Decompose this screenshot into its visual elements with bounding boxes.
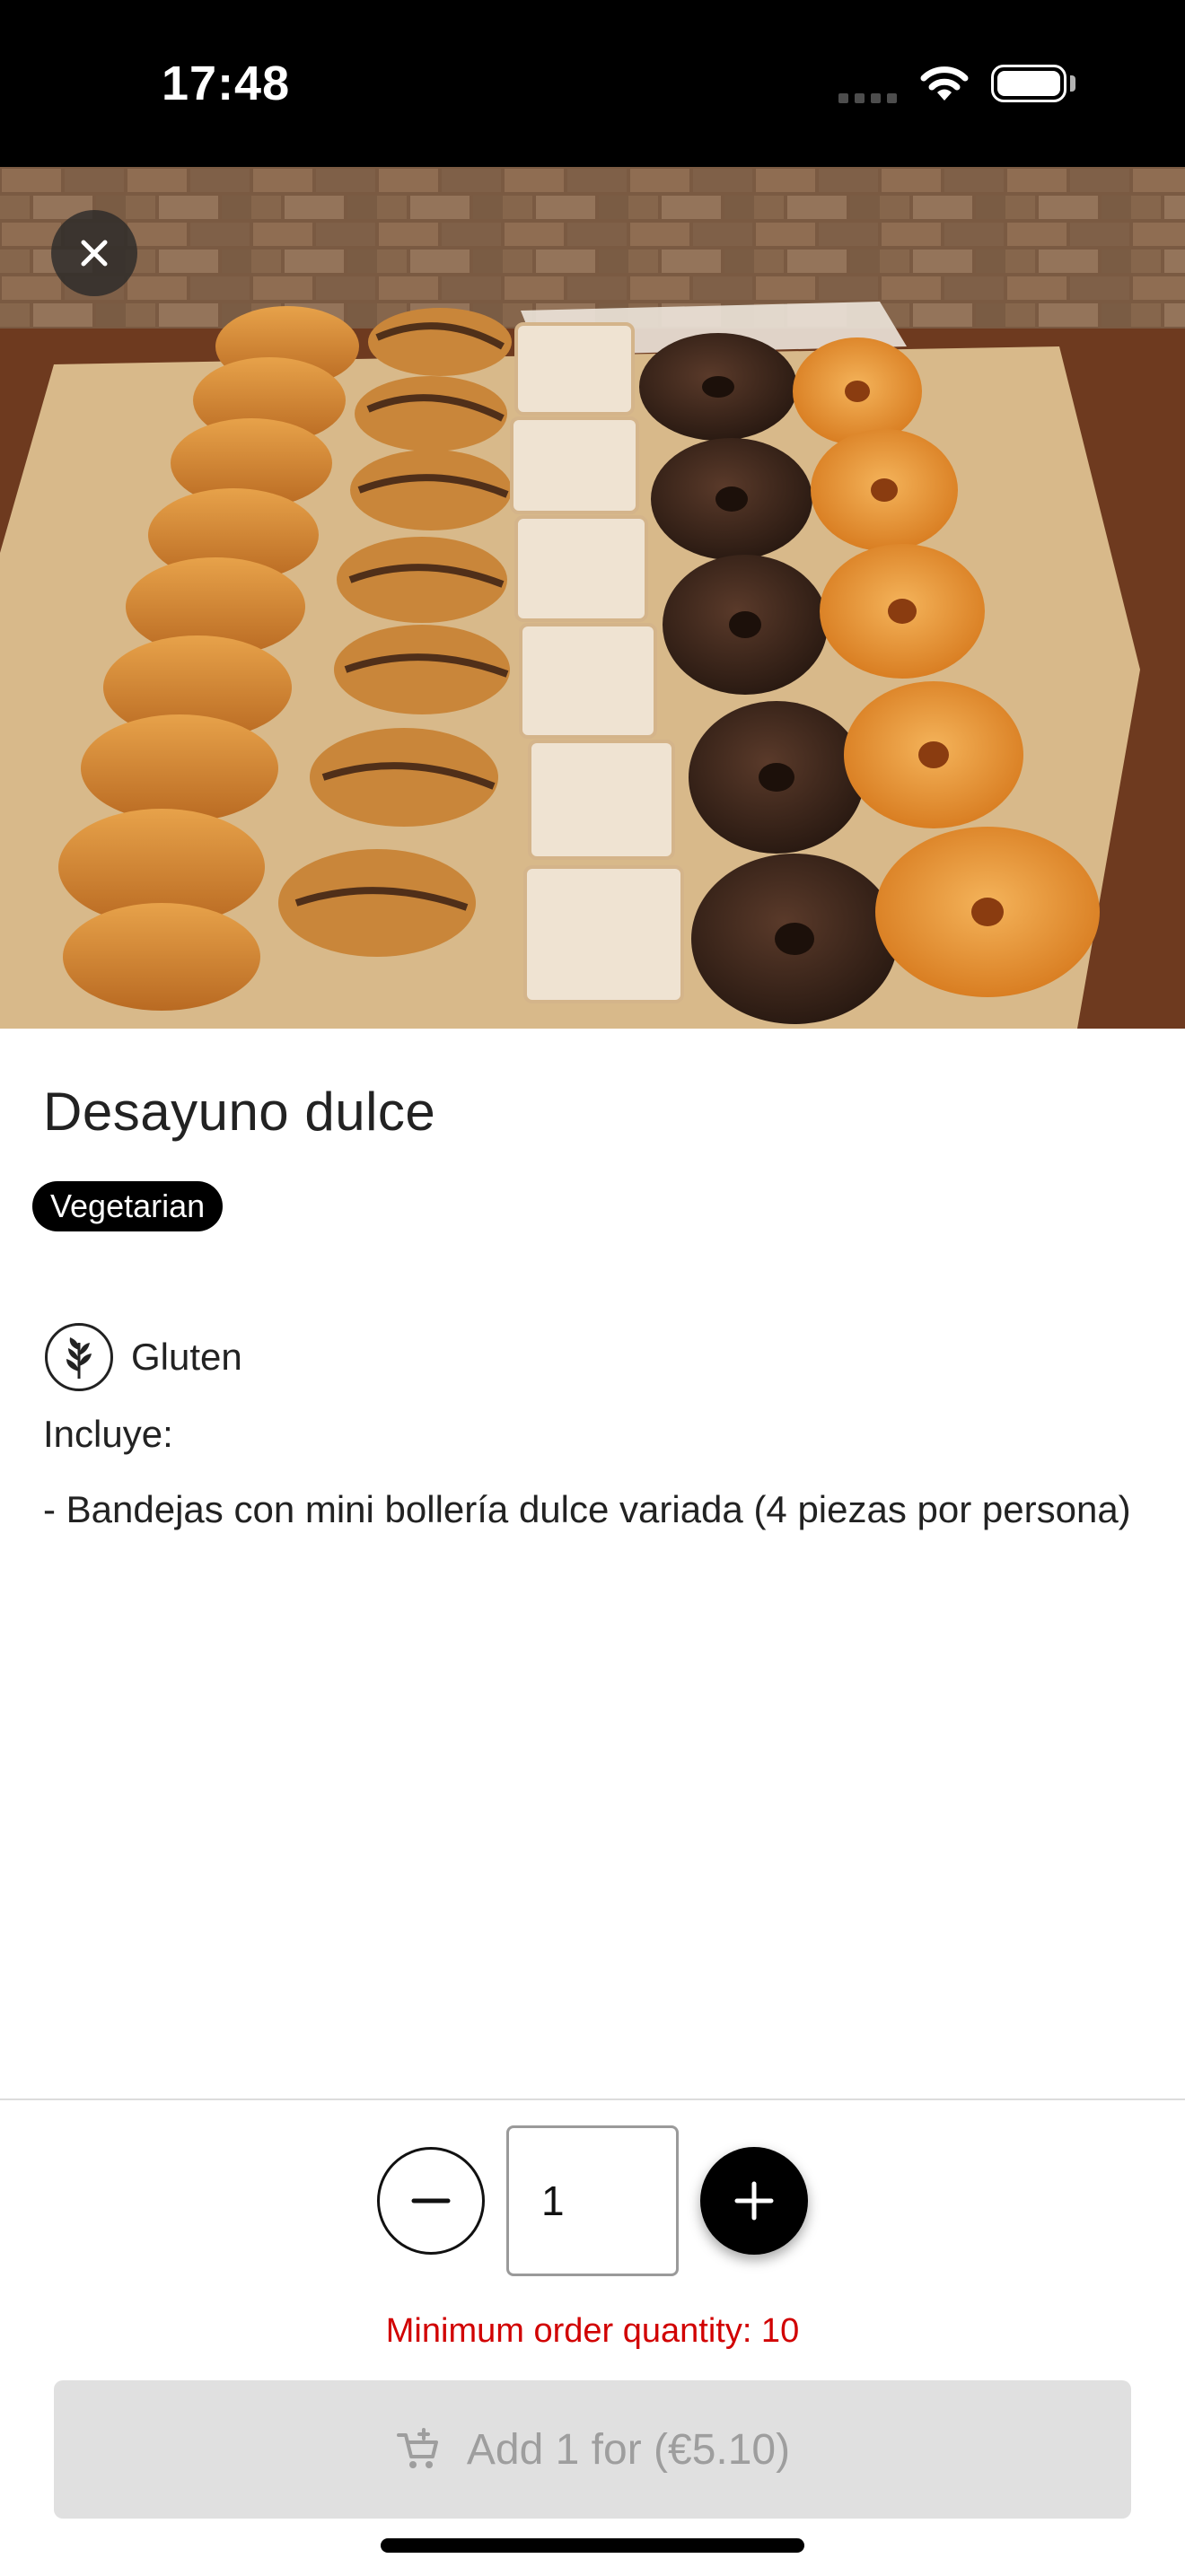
- cellular-signal-icon: [838, 93, 897, 103]
- product-image: [0, 167, 1185, 1029]
- product-title: Desayuno dulce: [43, 1082, 436, 1142]
- description-title: Incluye:: [43, 1413, 173, 1455]
- close-icon: [81, 240, 108, 267]
- minus-icon: [411, 2198, 451, 2204]
- allergen-item-gluten: Gluten: [45, 1323, 242, 1391]
- wheat-icon: [45, 1323, 113, 1391]
- add-to-order-button[interactable]: Add 1 for (€5.10): [54, 2380, 1131, 2519]
- close-button[interactable]: [51, 210, 137, 296]
- add-to-cart-icon: [396, 2428, 438, 2468]
- minimum-order-warning: Minimum order quantity: 10: [385, 2312, 800, 2350]
- status-bar: 17:48: [0, 0, 1185, 167]
- plus-icon: [734, 2181, 774, 2221]
- vegetarian-badge: Vegetarian: [32, 1181, 224, 1231]
- add-button-label: Add 1 for (€5.10): [466, 2425, 791, 2474]
- allergen-label: Gluten: [131, 1336, 242, 1378]
- battery-icon: [991, 65, 1066, 102]
- decrease-quantity-button[interactable]: [377, 2147, 485, 2255]
- wifi-icon: [920, 66, 969, 101]
- status-time: 17:48: [162, 57, 291, 110]
- quantity-input[interactable]: [506, 2125, 679, 2276]
- home-indicator: [381, 2538, 804, 2553]
- description-body: - Bandejas con mini bollería dulce varia…: [43, 1488, 1131, 1530]
- increase-quantity-button[interactable]: [700, 2147, 808, 2255]
